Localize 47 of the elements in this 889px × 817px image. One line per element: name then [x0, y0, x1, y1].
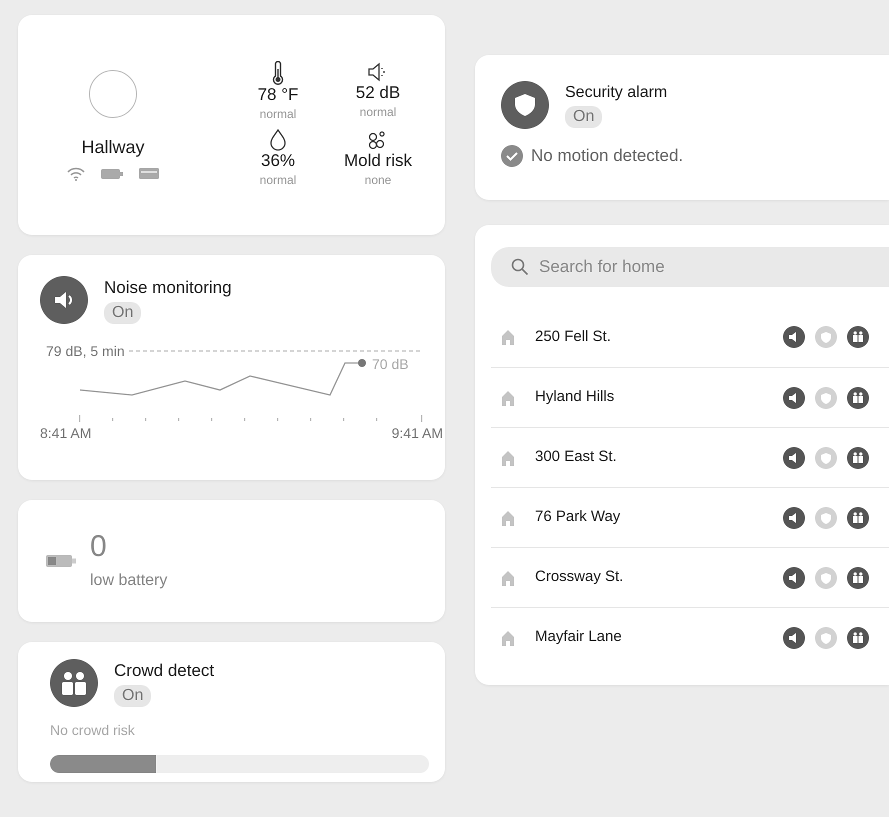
status-chip: On [114, 684, 152, 706]
house-icon [501, 390, 515, 406]
battery-count: 0 [90, 530, 108, 562]
room-name: Hallway [81, 136, 145, 159]
home-name[interactable]: Mayfair Lane [535, 626, 783, 649]
avatar-icon [89, 70, 137, 118]
thermometer-icon [271, 61, 285, 86]
shield-icon [501, 81, 549, 129]
sensor-status: normal [260, 106, 296, 123]
house-icon [501, 630, 515, 646]
sensor-status: normal [360, 104, 396, 121]
sensor-value: 36% [260, 151, 296, 171]
sensor-status: none [364, 172, 392, 189]
signal-card-icon [139, 168, 159, 179]
card-title: Crowd detect [114, 660, 214, 682]
sensor-value: Mold risk [344, 151, 412, 171]
battery-label: low battery [90, 570, 168, 590]
low-battery-icon [46, 555, 76, 567]
house-icon [501, 510, 515, 526]
card-title: Security alarm [565, 83, 668, 103]
current-value: 70 dB [372, 354, 409, 374]
start-time: 8:41 AM [40, 424, 92, 442]
current-point [358, 358, 366, 366]
status-chip: On [104, 302, 142, 324]
home-name[interactable]: 250 Fell St. [535, 326, 783, 348]
check-icon [501, 144, 523, 167]
card-title: Noise monitoring [104, 277, 232, 299]
motion-status: No motion detected. [531, 145, 684, 167]
sensor-value: 78 °F [258, 85, 298, 105]
home-name[interactable]: Hyland Hills [535, 386, 783, 409]
house-icon [501, 450, 515, 466]
speaker-icon [40, 276, 88, 324]
home-name[interactable]: 300 East St. [535, 446, 783, 469]
house-icon [501, 570, 515, 586]
sensor-value: 52 dB [356, 83, 400, 103]
wifi-icon [67, 166, 85, 180]
sensor-status: normal [260, 172, 296, 189]
droplet-icon [269, 129, 287, 151]
home-name[interactable]: 76 Park Way [535, 506, 783, 529]
battery-icon [101, 168, 123, 178]
end-time: 9:41 AM [392, 424, 443, 442]
crowd-status: No crowd risk [50, 720, 136, 740]
people-icon [50, 658, 98, 707]
search-field[interactable]: Search for home [491, 247, 889, 287]
home-name[interactable]: Crossway St. [535, 566, 783, 589]
house-icon [501, 329, 515, 345]
status-chip: On [565, 106, 602, 128]
